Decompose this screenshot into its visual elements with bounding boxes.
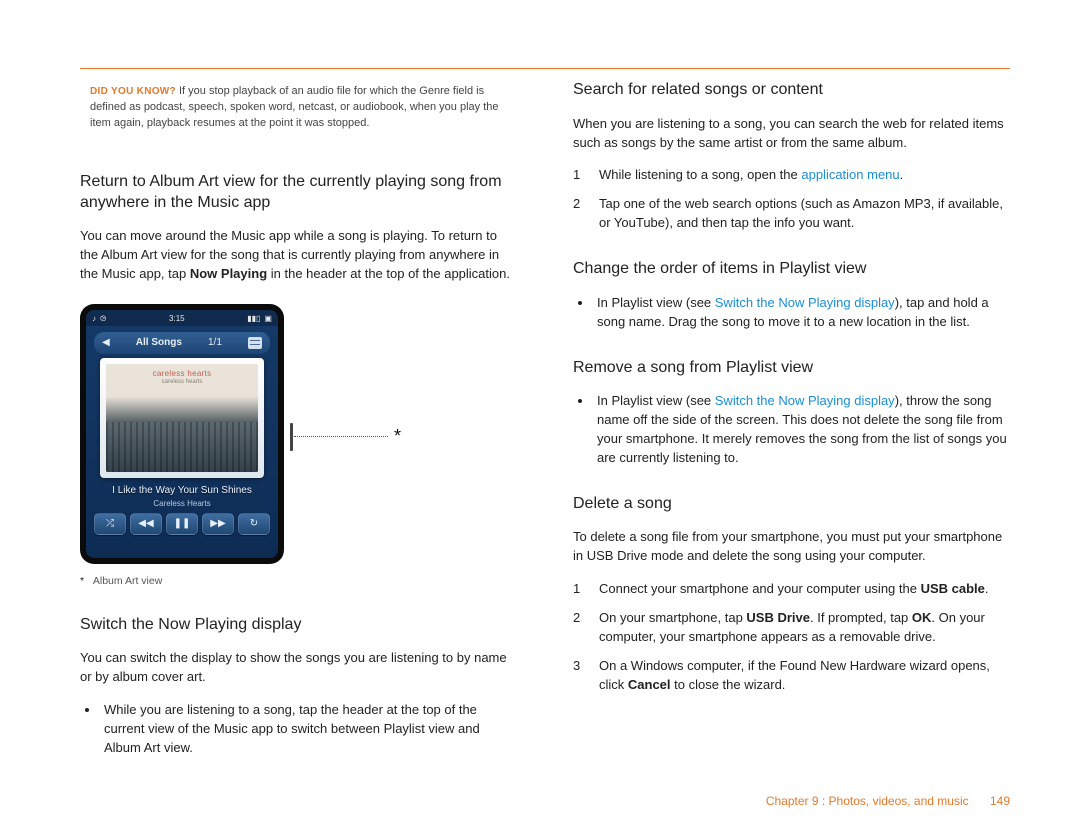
callout-bracket xyxy=(290,423,293,451)
right-column: Search for related songs or content When… xyxy=(573,80,1010,772)
chapter-label: Chapter 9 : Photos, videos, and music xyxy=(766,794,969,808)
status-bar: ♪ ⧁ 3:15 ▮▮▯ ▣ xyxy=(86,310,278,326)
step-number: 1 xyxy=(573,166,599,185)
caption-text: Album Art view xyxy=(93,575,162,587)
return-paragraph: You can move around the Music app while … xyxy=(80,227,517,284)
now-playing-header: ◀ All Songs 1/1 xyxy=(94,332,270,354)
songs-header-title: All Songs xyxy=(136,336,182,350)
page: DID YOU KNOW? If you stop playback of an… xyxy=(0,0,1080,834)
step-text: Tap one of the web search options (such … xyxy=(599,195,1010,233)
album-subtext: careless hearts xyxy=(106,378,258,386)
step-text: On your smartphone, tap USB Drive. If pr… xyxy=(599,609,1010,647)
status-time: 3:15 xyxy=(169,313,185,324)
song-artist: Careless Hearts xyxy=(86,498,278,509)
callout: * xyxy=(294,424,401,449)
step-text: Connect your smartphone and your compute… xyxy=(599,580,1010,599)
phone-figure: ♪ ⧁ 3:15 ▮▮▯ ▣ ◀ All Songs xyxy=(80,304,517,589)
caption-star: * xyxy=(80,575,84,587)
delete-step-2: 2 On your smartphone, tap USB Drive. If … xyxy=(573,609,1010,647)
callout-line xyxy=(294,436,388,437)
step-number: 2 xyxy=(573,195,599,233)
prev-button: ◀◀ xyxy=(130,513,162,535)
songs-header-count: 1/1 xyxy=(208,336,222,350)
top-rule xyxy=(80,68,1010,69)
switch-bullet-1: While you are listening to a song, tap t… xyxy=(100,701,517,758)
page-number: 149 xyxy=(990,794,1010,808)
search-step-1: 1 While listening to a song, open the ap… xyxy=(573,166,1010,185)
next-button: ▶▶ xyxy=(202,513,234,535)
list-icon xyxy=(248,337,262,349)
did-you-know-label: DID YOU KNOW? xyxy=(90,86,176,97)
left-column: DID YOU KNOW? If you stop playback of an… xyxy=(80,80,517,772)
signal-icon: ▮▮▯ xyxy=(247,313,260,324)
change-bullet: In Playlist view (see Switch the Now Pla… xyxy=(593,294,1010,332)
step-number: 2 xyxy=(573,609,599,647)
step-text: While listening to a song, open the appl… xyxy=(599,166,1010,185)
remove-heading: Remove a song from Playlist view xyxy=(573,358,1010,379)
switch-display-link[interactable]: Switch the Now Playing display xyxy=(715,295,895,310)
playback-controls: ⤮ ◀◀ ❚❚ ▶▶ ↻ xyxy=(94,513,270,535)
search-paragraph: When you are listening to a song, you ca… xyxy=(573,115,1010,153)
remove-bullet: In Playlist view (see Switch the Now Pla… xyxy=(593,392,1010,467)
music-note-icon: ♪ xyxy=(92,313,96,324)
repeat-button: ↻ xyxy=(238,513,270,535)
return-para-bold: Now Playing xyxy=(190,266,267,281)
delete-step-1: 1 Connect your smartphone and your compu… xyxy=(573,580,1010,599)
delete-step-3: 3 On a Windows computer, if the Found Ne… xyxy=(573,657,1010,695)
change-bullets: In Playlist view (see Switch the Now Pla… xyxy=(573,294,1010,332)
pause-button: ❚❚ xyxy=(166,513,198,535)
page-footer: Chapter 9 : Photos, videos, and music 14… xyxy=(766,793,1010,810)
search-heading: Search for related songs or content xyxy=(573,80,1010,101)
figure-caption: * Album Art view xyxy=(80,574,517,589)
two-columns: DID YOU KNOW? If you stop playback of an… xyxy=(80,68,1010,772)
delete-paragraph: To delete a song file from your smartpho… xyxy=(573,528,1010,566)
shuffle-button: ⤮ xyxy=(94,513,126,535)
step-number: 1 xyxy=(573,580,599,599)
switch-paragraph: You can switch the display to show the s… xyxy=(80,649,517,687)
phone-screen: ♪ ⧁ 3:15 ▮▮▯ ▣ ◀ All Songs xyxy=(86,310,278,558)
search-step-2: 2 Tap one of the web search options (suc… xyxy=(573,195,1010,233)
return-heading: Return to Album Art view for the current… xyxy=(80,172,517,214)
return-para-post: in the header at the top of the applicat… xyxy=(267,266,510,281)
search-steps: 1 While listening to a song, open the ap… xyxy=(573,166,1010,233)
change-heading: Change the order of items in Playlist vi… xyxy=(573,259,1010,280)
battery-icon: ▣ xyxy=(264,313,272,324)
switch-display-link-2[interactable]: Switch the Now Playing display xyxy=(715,393,895,408)
switch-bullets: While you are listening to a song, tap t… xyxy=(80,701,517,758)
callout-star: * xyxy=(394,424,401,449)
phone-mock: ♪ ⧁ 3:15 ▮▮▯ ▣ ◀ All Songs xyxy=(80,304,284,564)
remove-bullets: In Playlist view (see Switch the Now Pla… xyxy=(573,392,1010,467)
album-card: careless hearts careless hearts xyxy=(100,358,264,478)
switch-heading: Switch the Now Playing display xyxy=(80,615,517,636)
delete-heading: Delete a song xyxy=(573,494,1010,515)
album-art: careless hearts careless hearts xyxy=(106,364,258,472)
did-you-know-box: DID YOU KNOW? If you stop playback of an… xyxy=(80,80,517,146)
step-text: On a Windows computer, if the Found New … xyxy=(599,657,1010,695)
song-title: I Like the Way Your Sun Shines xyxy=(96,484,268,498)
step-number: 3 xyxy=(573,657,599,695)
wifi-icon: ⧁ xyxy=(100,313,106,324)
delete-steps: 1 Connect your smartphone and your compu… xyxy=(573,580,1010,694)
application-menu-link[interactable]: application menu xyxy=(801,167,899,182)
